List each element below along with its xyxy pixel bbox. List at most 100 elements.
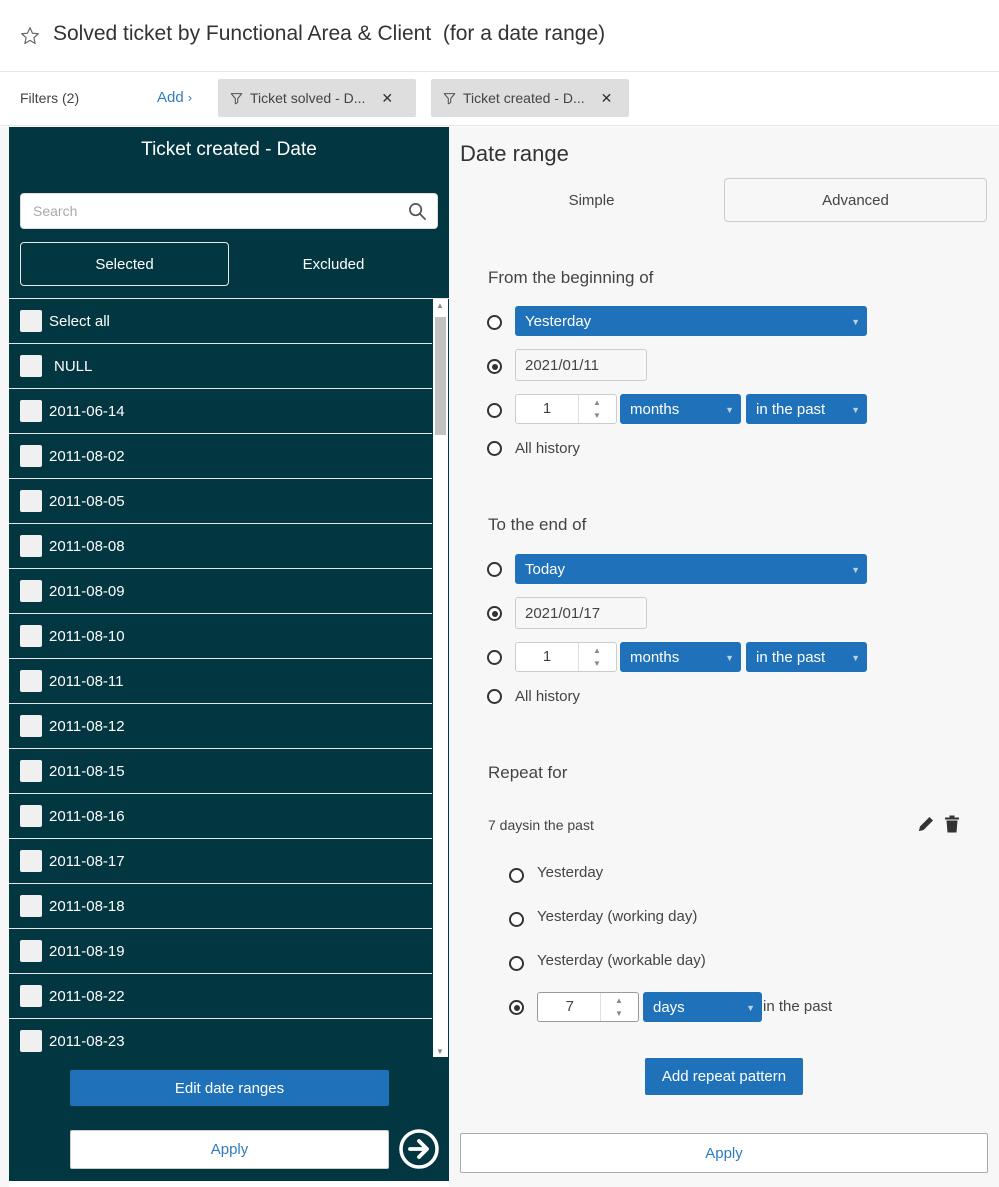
to-date-input[interactable]: 2021/01/17	[515, 597, 647, 629]
list-item[interactable]: 2011-08-23	[9, 1019, 432, 1057]
to-unit-select[interactable]: months ▼	[620, 642, 741, 672]
caret-down-icon[interactable]: ▼	[615, 1009, 623, 1018]
from-date-input[interactable]: 2021/01/11	[515, 349, 647, 381]
list-item-label: Select all	[49, 312, 110, 330]
apply-button-left[interactable]: Apply	[70, 1130, 389, 1169]
to-radio-date[interactable]	[487, 606, 502, 621]
repeat-count-value[interactable]: 7	[538, 993, 600, 1021]
from-radio-preset[interactable]	[487, 315, 502, 330]
checkbox[interactable]	[20, 940, 42, 962]
filter-chip-ticket-solved[interactable]: Ticket solved - D... ✕	[218, 79, 416, 117]
checkbox[interactable]	[20, 490, 42, 512]
checkbox[interactable]	[20, 850, 42, 872]
list-item[interactable]: 2011-08-18	[9, 884, 432, 929]
stepper-arrows[interactable]: ▲ ▼	[578, 395, 616, 423]
checkbox[interactable]	[20, 895, 42, 917]
checkbox[interactable]	[20, 355, 42, 377]
tab-excluded[interactable]: Excluded	[229, 242, 438, 286]
from-direction-select[interactable]: in the past ▼	[746, 394, 867, 424]
search-input[interactable]	[21, 194, 391, 228]
list-item[interactable]: 2011-06-14	[9, 389, 432, 434]
caret-up-icon[interactable]: ▲	[593, 398, 601, 407]
repeat-radio-yesterday[interactable]	[509, 868, 524, 883]
list-item[interactable]: 2011-08-05	[9, 479, 432, 524]
checkbox[interactable]	[20, 805, 42, 827]
tab-selected[interactable]: Selected	[20, 242, 229, 286]
edit-date-ranges-button[interactable]: Edit date ranges	[70, 1070, 389, 1106]
repeat-unit-select[interactable]: days ▼	[643, 992, 762, 1022]
to-radio-relative[interactable]	[487, 650, 502, 665]
select-all-row[interactable]: Select all	[9, 299, 432, 344]
checkbox[interactable]	[20, 535, 42, 557]
repeat-radio-workable-day[interactable]	[509, 956, 524, 971]
list-item-label: 2011-08-19	[49, 942, 125, 960]
checkbox[interactable]	[20, 445, 42, 467]
scrollbar-thumb[interactable]	[435, 317, 446, 435]
repeat-radio-working-day[interactable]	[509, 912, 524, 927]
caret-down-icon[interactable]: ▼	[593, 659, 601, 668]
list-item[interactable]: 2011-08-17	[9, 839, 432, 884]
to-count-stepper[interactable]: 1 ▲ ▼	[515, 642, 617, 672]
pencil-icon[interactable]	[917, 815, 935, 833]
checkbox[interactable]	[20, 580, 42, 602]
list-item-label: 2011-08-12	[49, 717, 125, 735]
from-count-stepper[interactable]: 1 ▲ ▼	[515, 394, 617, 424]
checkbox[interactable]	[20, 715, 42, 737]
caret-up-icon[interactable]: ▲	[593, 646, 601, 655]
tab-advanced[interactable]: Advanced	[724, 178, 987, 222]
list-item[interactable]: 2011-08-15	[9, 749, 432, 794]
checkbox[interactable]	[20, 985, 42, 1007]
date-values-panel: Ticket created - Date Selected Excluded …	[9, 127, 449, 1181]
add-repeat-pattern-button[interactable]: Add repeat pattern	[645, 1058, 803, 1095]
list-item[interactable]: 2011-08-02	[9, 434, 432, 479]
to-radio-all-history[interactable]	[487, 689, 502, 704]
list-item[interactable]: 2011-08-19	[9, 929, 432, 974]
repeat-radio-relative[interactable]	[509, 1000, 524, 1015]
list-item[interactable]: 2011-08-12	[9, 704, 432, 749]
from-preset-select[interactable]: Yesterday ▼	[515, 306, 867, 336]
from-radio-relative[interactable]	[487, 403, 502, 418]
caret-up-icon[interactable]: ▲	[615, 996, 623, 1005]
search-box	[20, 193, 438, 229]
stepper-arrows[interactable]: ▲ ▼	[578, 643, 616, 671]
repeat-count-stepper[interactable]: 7 ▲ ▼	[537, 992, 639, 1022]
checkbox[interactable]	[20, 310, 42, 332]
apply-button-right[interactable]: Apply	[460, 1133, 988, 1173]
star-icon[interactable]	[20, 26, 40, 46]
list-item[interactable]: 2011-08-08	[9, 524, 432, 569]
to-direction-value: in the past	[756, 648, 826, 666]
list-item[interactable]: 2011-08-22	[9, 974, 432, 1019]
from-unit-select[interactable]: months ▼	[620, 394, 741, 424]
list-scrollbar[interactable]: ▲ ▼	[433, 299, 448, 1057]
to-direction-select[interactable]: in the past ▼	[746, 642, 867, 672]
stepper-arrows[interactable]: ▲ ▼	[600, 993, 638, 1021]
search-icon[interactable]	[408, 202, 427, 221]
close-icon[interactable]: ✕	[381, 90, 393, 107]
list-item[interactable]: 2011-08-11	[9, 659, 432, 704]
scroll-down-icon[interactable]: ▼	[436, 1047, 444, 1056]
from-radio-date[interactable]	[487, 359, 502, 374]
tab-simple[interactable]: Simple	[460, 178, 723, 222]
filter-chip-ticket-created[interactable]: Ticket created - D... ✕	[431, 79, 629, 117]
trash-icon[interactable]	[944, 815, 960, 833]
from-radio-all-history[interactable]	[487, 441, 502, 456]
caret-down-icon[interactable]: ▼	[593, 411, 601, 420]
list-item[interactable]: NULL	[9, 344, 432, 389]
to-preset-select[interactable]: Today ▼	[515, 554, 867, 584]
checkbox[interactable]	[20, 625, 42, 647]
checkbox[interactable]	[20, 400, 42, 422]
list-item-label: 2011-08-10	[49, 627, 125, 645]
checkbox[interactable]	[20, 1030, 42, 1052]
close-icon[interactable]: ✕	[601, 90, 613, 107]
checkbox[interactable]	[20, 670, 42, 692]
list-item[interactable]: 2011-08-16	[9, 794, 432, 839]
scroll-up-icon[interactable]: ▲	[436, 301, 444, 310]
arrow-right-circle-icon[interactable]	[398, 1128, 440, 1170]
repeat-summary: 7 daysin the past	[488, 817, 594, 833]
to-radio-preset[interactable]	[487, 562, 502, 577]
list-item[interactable]: 2011-08-09	[9, 569, 432, 614]
checkbox[interactable]	[20, 760, 42, 782]
add-filter-link[interactable]: Add ›	[157, 89, 192, 106]
list-item[interactable]: 2011-08-10	[9, 614, 432, 659]
to-heading: To the end of	[488, 515, 587, 534]
